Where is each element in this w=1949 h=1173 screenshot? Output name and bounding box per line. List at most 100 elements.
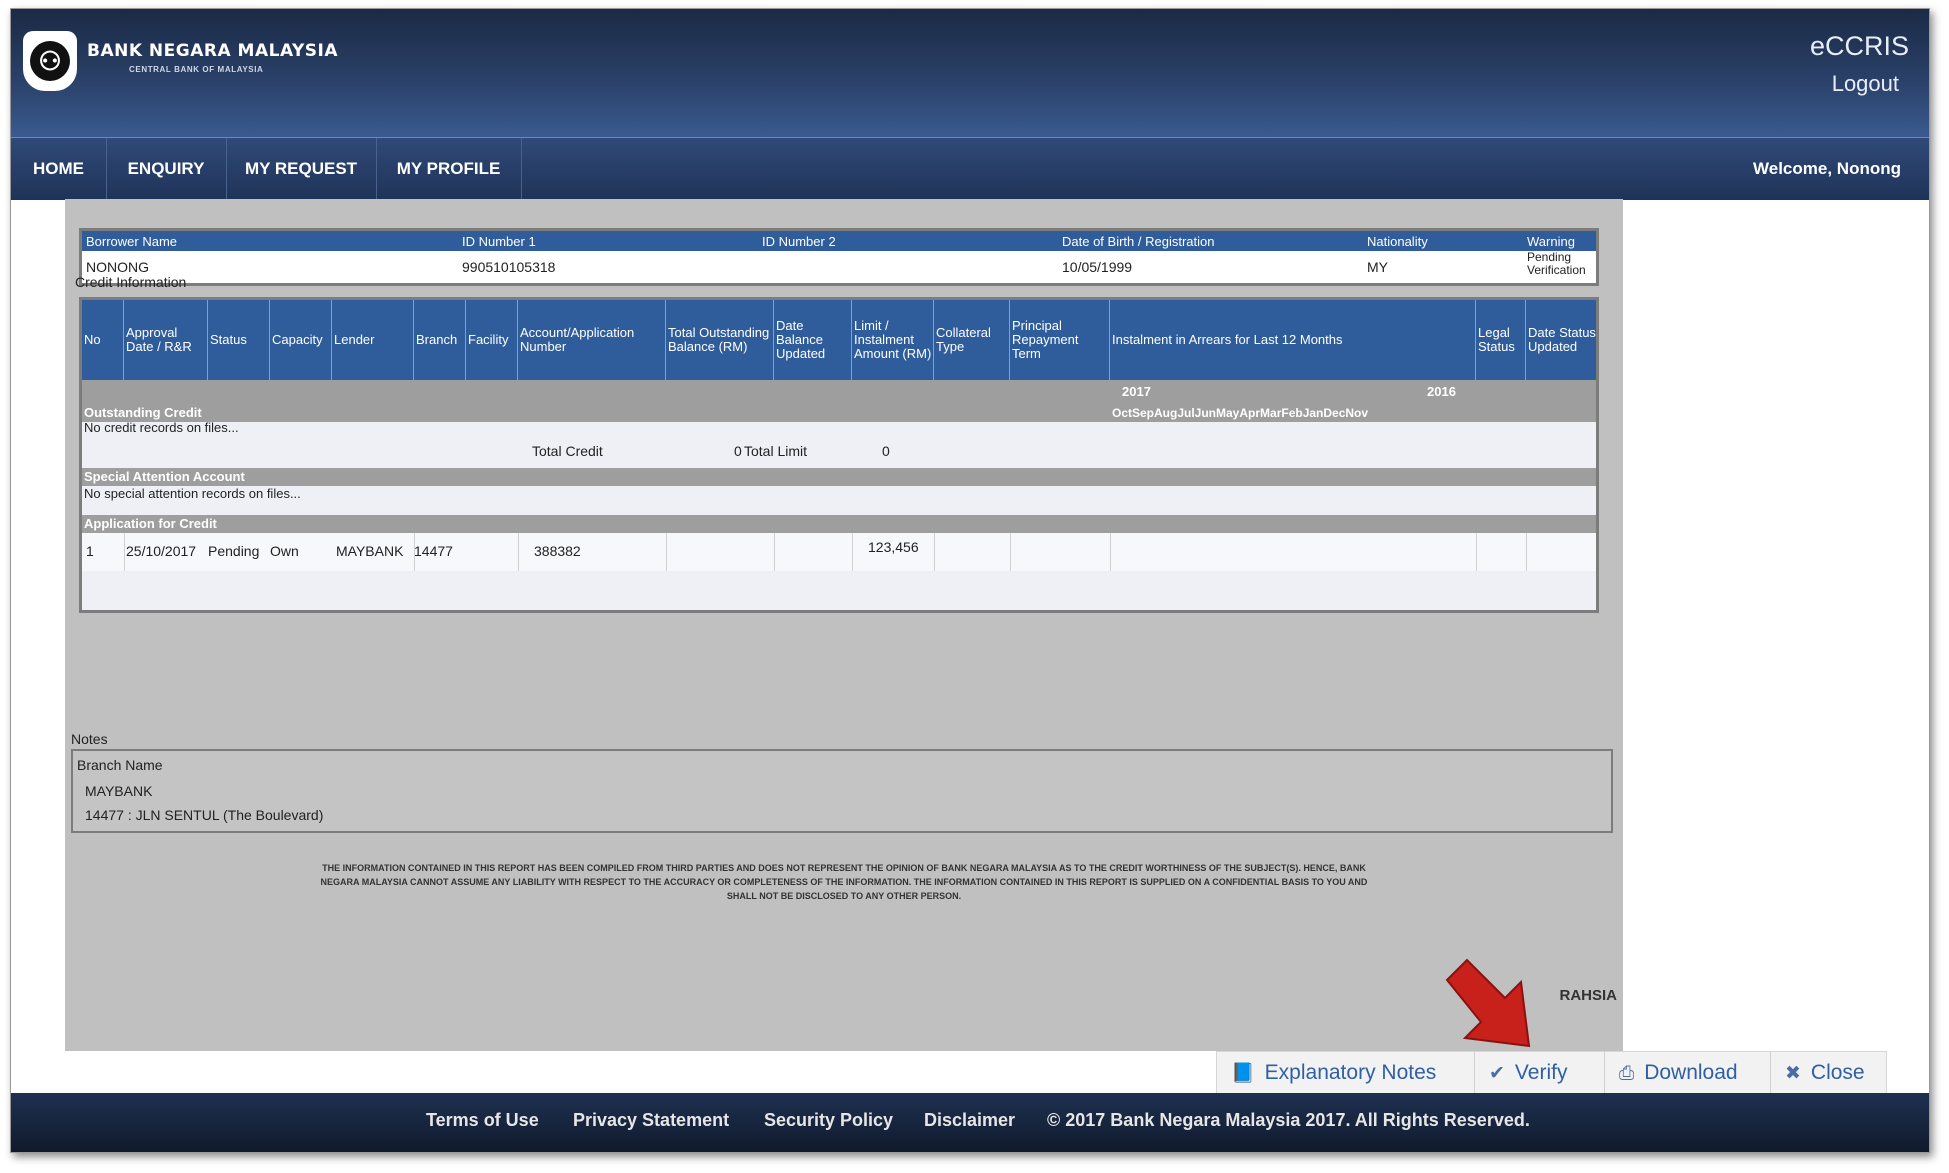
welcome-text: Welcome, Nonong: [1753, 159, 1901, 178]
download-label: Download: [1644, 1061, 1738, 1084]
col-facility: Facility: [466, 300, 518, 380]
special-attention-title: Special Attention Account: [84, 469, 245, 484]
grid-line: [124, 533, 125, 571]
credit-table: No Approval Date / R&R Status Capacity L…: [79, 297, 1599, 613]
grid-line: [774, 533, 775, 571]
col-lender: Lender: [332, 300, 414, 380]
warning-value: Pending Verification: [1527, 250, 1586, 277]
red-arrow-icon: [1445, 958, 1531, 1048]
total-limit-label: Total Limit: [744, 443, 808, 459]
nav-home[interactable]: HOME: [11, 138, 107, 200]
application-credit-title: Application for Credit: [84, 516, 217, 531]
outstanding-credit-bar: Outstanding Credit OctSepAugJulJunMayApr…: [82, 404, 1596, 422]
close-button[interactable]: ✖ Close: [1771, 1052, 1886, 1094]
col-no: No: [82, 300, 124, 380]
close-icon: ✖: [1785, 1063, 1801, 1084]
notes-heading: Branch Name: [77, 757, 163, 773]
notes-label: Notes: [71, 731, 108, 747]
grid-line: [852, 533, 853, 571]
grid-line: [1476, 533, 1477, 571]
action-bar: 📘 Explanatory Notes ✔ Verify ⎙ Download ✖ Cl…: [1216, 1051, 1887, 1095]
credit-info-label: Credit Information: [75, 274, 187, 290]
id-number-1-value: 990510105318: [462, 259, 556, 275]
credit-header-row: No Approval Date / R&R Status Capacity L…: [82, 300, 1596, 380]
col-status: Status: [208, 300, 270, 380]
printer-icon: ⎙: [1619, 1063, 1635, 1084]
bank-name: BANK NEGARA MALAYSIA: [87, 41, 339, 61]
browser-frame: ⚇ BANK NEGARA MALAYSIA CENTRAL BANK OF M…: [10, 8, 1930, 1153]
app-capacity: Own: [270, 543, 299, 559]
nav-enquiry[interactable]: ENQUIRY: [106, 138, 227, 200]
logout-link[interactable]: Logout: [1832, 71, 1899, 97]
borrower-name-value: NONONG: [86, 259, 149, 275]
year-2017: 2017: [1122, 384, 1151, 399]
footer-disclaimer-link[interactable]: Disclaimer: [924, 1093, 1015, 1147]
total-credit-value: 0: [734, 443, 742, 459]
total-limit-value: 0: [882, 443, 890, 459]
dob-value: 10/05/1999: [1062, 259, 1133, 275]
special-attention-bar: Special Attention Account: [82, 468, 1596, 486]
app-branch: 14477: [414, 543, 453, 559]
application-row: 1 25/10/2017 Pending Own MAYBANK 14477 3…: [82, 533, 1596, 571]
grid-line: [666, 533, 667, 571]
report-disclaimer: THE INFORMATION CONTAINED IN THIS REPORT…: [75, 861, 1613, 903]
col-approval-date: Approval Date / R&R: [124, 300, 208, 380]
footer-copyright: © 2017 Bank Negara Malaysia 2017. All Ri…: [1047, 1110, 1530, 1130]
col-id-number-1: ID Number 1: [462, 234, 536, 249]
col-legal-status: Legal Status: [1476, 300, 1526, 380]
disclaimer-line-2: NEGARA MALAYSIA CANNOT ASSUME ANY LIABIL…: [320, 877, 1368, 887]
grid-line: [934, 533, 935, 571]
total-credit-label: Total Credit: [532, 443, 603, 459]
no-credit-records: No credit records on files...: [84, 420, 239, 435]
notes-line-1: MAYBANK: [85, 783, 153, 799]
bnm-logo-icon: ⚇: [23, 31, 77, 91]
grid-line: [1110, 533, 1111, 571]
col-branch: Branch: [414, 300, 466, 380]
footer-terms-link[interactable]: Terms of Use: [426, 1093, 539, 1147]
col-collateral-type: Collateral Type: [934, 300, 1010, 380]
site-footer: Terms of Use Privacy Statement Security …: [11, 1093, 1929, 1152]
verify-button[interactable]: ✔ Verify: [1475, 1052, 1605, 1094]
app-no: 1: [86, 543, 94, 559]
grid-line: [1526, 533, 1527, 571]
explanatory-notes-button[interactable]: 📘 Explanatory Notes: [1217, 1052, 1475, 1094]
app-status: Pending: [208, 543, 260, 559]
col-instalment-arrears: Instalment in Arrears for Last 12 Months: [1110, 300, 1476, 380]
notes-box: Branch Name MAYBANK 14477 : JLN SENTUL (…: [71, 749, 1613, 833]
notes-line-2: 14477 : JLN SENTUL (The Boulevard): [85, 807, 324, 823]
borrower-table: Borrower Name ID Number 1 ID Number 2 Da…: [79, 228, 1599, 286]
disclaimer-line-1: THE INFORMATION CONTAINED IN THIS REPORT…: [322, 863, 1366, 873]
borrower-header-row: Borrower Name ID Number 1 ID Number 2 Da…: [82, 231, 1596, 251]
grid-line: [414, 533, 415, 571]
nav-my-request[interactable]: MY REQUEST: [226, 138, 377, 200]
book-icon: 📘: [1231, 1063, 1255, 1084]
col-total-outstanding: Total Outstanding Balance (RM): [666, 300, 774, 380]
classification-label: RAHSIA: [1559, 987, 1617, 1004]
col-limit-instalment: Limit / Instalment Amount (RM): [852, 300, 934, 380]
col-dob: Date of Birth / Registration: [1062, 234, 1215, 249]
explanatory-notes-label: Explanatory Notes: [1264, 1061, 1437, 1084]
outstanding-credit-title: Outstanding Credit: [84, 405, 202, 420]
app-lender: MAYBANK: [336, 543, 404, 559]
no-special-records: No special attention records on files...: [84, 486, 301, 501]
bank-subtitle: CENTRAL BANK OF MALAYSIA: [129, 65, 264, 74]
col-account-number: Account/Application Number: [518, 300, 666, 380]
grid-line: [1010, 533, 1011, 571]
col-id-number-2: ID Number 2: [762, 234, 836, 249]
footer-security-link[interactable]: Security Policy: [764, 1093, 893, 1147]
disclaimer-line-3: SHALL NOT BE DISCLOSED TO ANY OTHER PERS…: [726, 891, 962, 901]
site-header: ⚇ BANK NEGARA MALAYSIA CENTRAL BANK OF M…: [11, 9, 1929, 137]
month-labels: OctSepAugJulJunMayAprMarFebJanDecNov: [1112, 406, 1369, 420]
app-account: 388382: [534, 543, 581, 559]
application-credit-bar: Application for Credit: [82, 515, 1596, 533]
footer-privacy-link[interactable]: Privacy Statement: [573, 1093, 729, 1147]
grid-line: [518, 533, 519, 571]
nav-my-profile[interactable]: MY PROFILE: [376, 138, 522, 200]
col-warning: Warning: [1527, 234, 1575, 249]
close-label: Close: [1810, 1061, 1865, 1084]
col-nationality: Nationality: [1367, 234, 1428, 249]
app-date: 25/10/2017: [126, 543, 197, 559]
col-date-status-updated: Date Status Updated: [1528, 325, 1596, 354]
download-button[interactable]: ⎙ Download: [1605, 1052, 1771, 1094]
year-row: 2017 2016: [82, 380, 1596, 404]
